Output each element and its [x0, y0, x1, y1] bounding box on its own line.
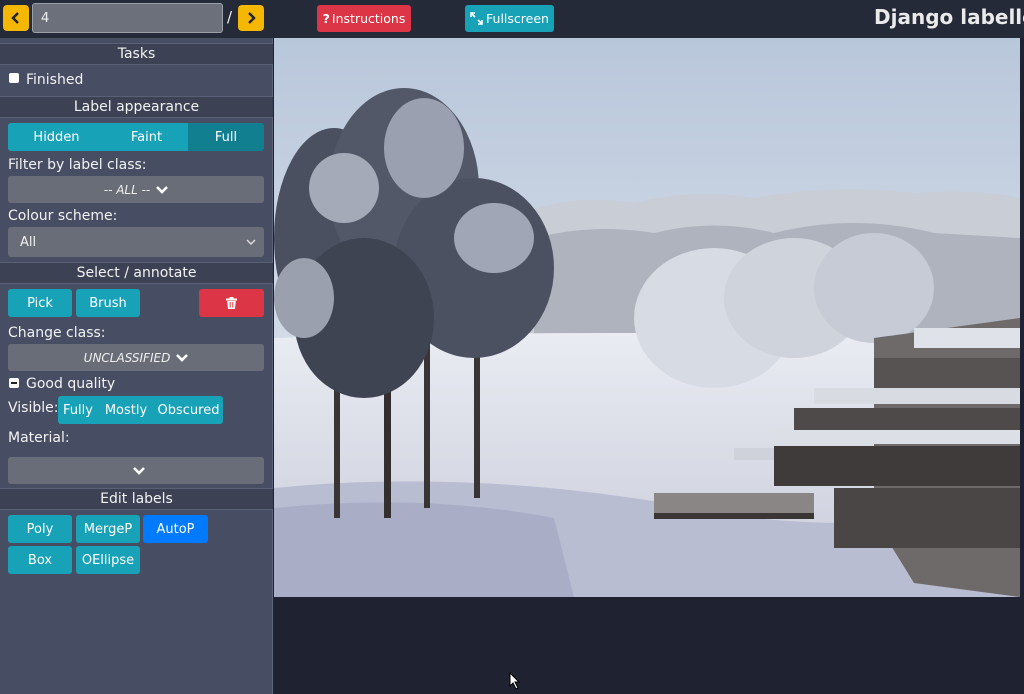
colour-scheme-value: All	[20, 234, 37, 250]
good-quality-checkbox[interactable]	[9, 378, 19, 388]
visible-group: Fully Mostly Obscured	[58, 396, 223, 424]
snowy-landscape-image[interactable]	[274, 38, 1020, 597]
edit-labels-header: Edit labels	[0, 488, 273, 510]
filter-value: -- ALL --	[103, 182, 151, 197]
top-bar: / ? Instructions Fullscreen Django label…	[0, 0, 1024, 38]
filter-label: Filter by label class:	[8, 157, 147, 173]
visibility-faint-button[interactable]: Faint	[105, 123, 188, 151]
mouse-cursor-icon	[509, 672, 521, 690]
visible-fully-button[interactable]: Fully	[58, 396, 98, 424]
chevron-down-icon	[246, 239, 256, 245]
chevron-down-icon	[156, 185, 169, 194]
material-dropdown[interactable]	[8, 457, 264, 484]
mergep-tool-button[interactable]: MergeP	[76, 515, 140, 543]
visibility-full-button[interactable]: Full	[188, 123, 264, 151]
label-visibility-group: Hidden Faint Full	[8, 123, 264, 151]
visible-mostly-button[interactable]: Mostly	[98, 396, 154, 424]
finished-checkbox[interactable]	[9, 73, 19, 83]
class-value: UNCLASSIFIED	[83, 350, 171, 365]
autop-tool-button[interactable]: AutoP	[143, 515, 208, 543]
finished-label: Finished	[26, 72, 84, 88]
chevron-down-icon	[133, 466, 145, 475]
select-annotate-header: Select / annotate	[0, 262, 273, 284]
question-icon: ?	[322, 11, 330, 26]
visible-label: Visible:	[8, 400, 59, 416]
trash-icon	[226, 297, 237, 309]
material-label: Material:	[8, 430, 70, 446]
fullscreen-label: Fullscreen	[486, 11, 549, 26]
image-count-separator: /	[227, 8, 233, 26]
chevron-right-icon	[248, 12, 256, 24]
image-viewport[interactable]	[274, 38, 1024, 694]
next-image-button[interactable]	[238, 5, 264, 31]
colour-scheme-label: Colour scheme:	[8, 208, 118, 224]
image-number-input[interactable]	[32, 3, 223, 33]
expand-icon	[470, 12, 483, 25]
label-class-filter-dropdown[interactable]: -- ALL --	[8, 176, 264, 203]
visibility-hidden-button[interactable]: Hidden	[8, 123, 105, 151]
colour-scheme-select[interactable]: All	[8, 227, 264, 257]
change-class-label: Change class:	[8, 325, 106, 341]
good-quality-label: Good quality	[26, 376, 116, 392]
change-class-dropdown[interactable]: UNCLASSIFIED	[8, 344, 264, 371]
box-tool-button[interactable]: Box	[8, 546, 72, 574]
chevron-down-icon	[176, 353, 189, 362]
tasks-header: Tasks	[0, 43, 273, 65]
label-appearance-header: Label appearance	[0, 96, 273, 118]
app-title: Django labeller	[874, 5, 1024, 29]
delete-label-button[interactable]	[199, 289, 264, 317]
brush-tool-button[interactable]: Brush	[76, 289, 140, 317]
sidebar: Tasks Finished Label appearance Hidden F…	[0, 38, 273, 694]
poly-tool-button[interactable]: Poly	[8, 515, 72, 543]
chevron-left-icon	[11, 12, 19, 24]
oellipse-tool-button[interactable]: OEllipse	[76, 546, 140, 574]
pick-tool-button[interactable]: Pick	[8, 289, 72, 317]
fullscreen-button[interactable]: Fullscreen	[465, 5, 554, 32]
instructions-button[interactable]: ? Instructions	[317, 5, 411, 32]
previous-image-button[interactable]	[3, 5, 29, 31]
visible-obscured-button[interactable]: Obscured	[154, 396, 223, 424]
instructions-label: Instructions	[331, 11, 406, 26]
